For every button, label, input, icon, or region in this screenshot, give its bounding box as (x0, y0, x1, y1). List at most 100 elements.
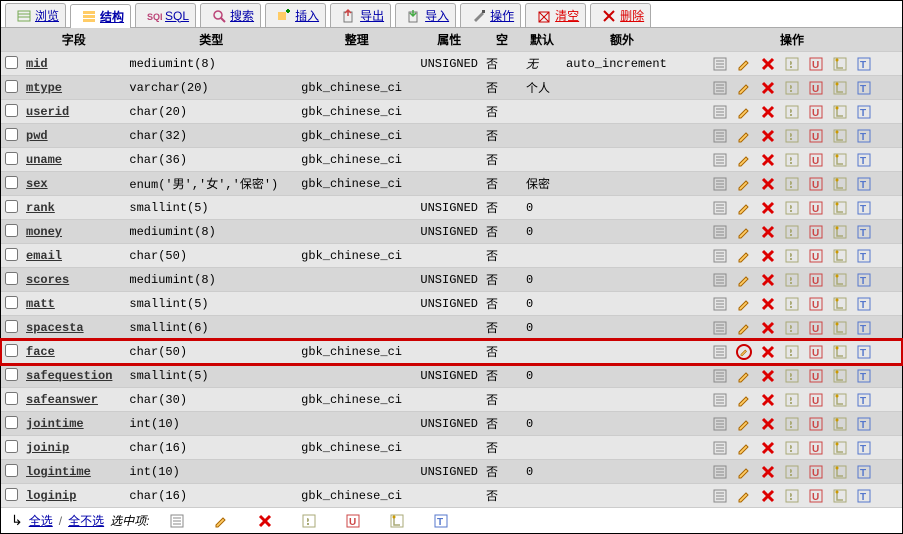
tab-search[interactable]: 搜索 (200, 3, 261, 27)
action-fulltext-icon[interactable]: T (852, 56, 876, 70)
action-edit-icon[interactable] (732, 464, 756, 478)
field-name[interactable]: uname (26, 153, 62, 167)
action-index-icon[interactable] (828, 128, 852, 142)
action-list-icon[interactable] (708, 488, 732, 502)
action-list-icon[interactable] (708, 320, 732, 334)
footer-action-list-icon[interactable] (165, 513, 189, 529)
action-primary-icon[interactable] (780, 320, 804, 334)
row-checkbox[interactable] (5, 440, 18, 453)
action-index-icon[interactable] (828, 368, 852, 382)
action-edit-icon[interactable] (732, 368, 756, 382)
action-index-icon[interactable] (828, 296, 852, 310)
action-delete-icon[interactable] (756, 176, 780, 190)
action-primary-icon[interactable] (780, 248, 804, 262)
select-all-link[interactable]: 全选 (29, 512, 53, 529)
action-list-icon[interactable] (708, 272, 732, 286)
action-delete-icon[interactable] (756, 80, 780, 94)
action-index-icon[interactable] (828, 200, 852, 214)
field-name[interactable]: face (26, 345, 55, 359)
tab-import[interactable]: 导入 (395, 3, 456, 27)
action-unique-icon[interactable]: U (804, 224, 828, 238)
action-edit-icon[interactable] (732, 392, 756, 406)
field-name[interactable]: scores (26, 273, 69, 287)
action-delete-icon[interactable] (756, 104, 780, 118)
action-index-icon[interactable] (828, 392, 852, 406)
action-primary-icon[interactable] (780, 416, 804, 430)
action-list-icon[interactable] (708, 248, 732, 262)
action-fulltext-icon[interactable]: T (852, 296, 876, 310)
row-checkbox[interactable] (5, 128, 18, 141)
field-name[interactable]: money (26, 225, 62, 239)
action-edit-icon[interactable] (732, 176, 756, 190)
action-fulltext-icon[interactable]: T (852, 80, 876, 94)
action-delete-icon[interactable] (756, 56, 780, 70)
action-unique-icon[interactable]: U (804, 248, 828, 262)
field-name[interactable]: jointime (26, 417, 84, 431)
action-index-icon[interactable] (828, 80, 852, 94)
footer-action-unique-icon[interactable]: U (341, 513, 365, 529)
action-index-icon[interactable] (828, 344, 852, 358)
action-fulltext-icon[interactable]: T (852, 176, 876, 190)
row-checkbox[interactable] (5, 224, 18, 237)
action-list-icon[interactable] (708, 440, 732, 454)
action-unique-icon[interactable]: U (804, 488, 828, 502)
action-fulltext-icon[interactable]: T (852, 152, 876, 166)
footer-action-index-icon[interactable] (385, 513, 409, 529)
field-name[interactable]: email (26, 249, 62, 263)
action-primary-icon[interactable] (780, 176, 804, 190)
action-delete-icon[interactable] (756, 416, 780, 430)
action-delete-icon[interactable] (756, 224, 780, 238)
action-list-icon[interactable] (708, 200, 732, 214)
field-name[interactable]: logintime (26, 465, 91, 479)
action-primary-icon[interactable] (780, 80, 804, 94)
action-fulltext-icon[interactable]: T (852, 200, 876, 214)
action-list-icon[interactable] (708, 296, 732, 310)
tab-empty[interactable]: 清空 (525, 3, 586, 27)
action-delete-icon[interactable] (756, 272, 780, 286)
action-list-icon[interactable] (708, 368, 732, 382)
action-unique-icon[interactable]: U (804, 104, 828, 118)
action-list-icon[interactable] (708, 128, 732, 142)
row-checkbox[interactable] (5, 488, 18, 501)
action-index-icon[interactable] (828, 56, 852, 70)
action-unique-icon[interactable]: U (804, 464, 828, 478)
action-delete-icon[interactable] (756, 320, 780, 334)
action-primary-icon[interactable] (780, 464, 804, 478)
action-fulltext-icon[interactable]: T (852, 104, 876, 118)
action-edit-icon[interactable] (732, 440, 756, 454)
action-unique-icon[interactable]: U (804, 200, 828, 214)
footer-action-fulltext-icon[interactable]: T (429, 513, 453, 529)
action-fulltext-icon[interactable]: T (852, 368, 876, 382)
field-name[interactable]: safequestion (26, 369, 112, 383)
action-edit-icon[interactable] (732, 488, 756, 502)
action-edit-icon[interactable] (732, 128, 756, 142)
action-index-icon[interactable] (828, 464, 852, 478)
action-unique-icon[interactable]: U (804, 56, 828, 70)
row-checkbox[interactable] (5, 176, 18, 189)
footer-action-primary-icon[interactable] (297, 513, 321, 529)
action-list-icon[interactable] (708, 224, 732, 238)
action-unique-icon[interactable]: U (804, 272, 828, 286)
action-unique-icon[interactable]: U (804, 392, 828, 406)
action-primary-icon[interactable] (780, 152, 804, 166)
action-unique-icon[interactable]: U (804, 176, 828, 190)
action-unique-icon[interactable]: U (804, 320, 828, 334)
action-fulltext-icon[interactable]: T (852, 344, 876, 358)
action-unique-icon[interactable]: U (804, 296, 828, 310)
action-edit-icon[interactable] (732, 56, 756, 70)
action-index-icon[interactable] (828, 152, 852, 166)
action-primary-icon[interactable] (780, 56, 804, 70)
action-edit-icon[interactable] (732, 296, 756, 310)
field-name[interactable]: userid (26, 105, 69, 119)
action-index-icon[interactable] (828, 224, 852, 238)
action-fulltext-icon[interactable]: T (852, 464, 876, 478)
action-delete-icon[interactable] (756, 296, 780, 310)
action-edit-icon[interactable] (732, 416, 756, 430)
action-primary-icon[interactable] (780, 272, 804, 286)
action-index-icon[interactable] (828, 440, 852, 454)
action-index-icon[interactable] (828, 272, 852, 286)
action-fulltext-icon[interactable]: T (852, 488, 876, 502)
action-edit-icon[interactable] (732, 200, 756, 214)
field-name[interactable]: loginip (26, 489, 76, 503)
action-fulltext-icon[interactable]: T (852, 320, 876, 334)
